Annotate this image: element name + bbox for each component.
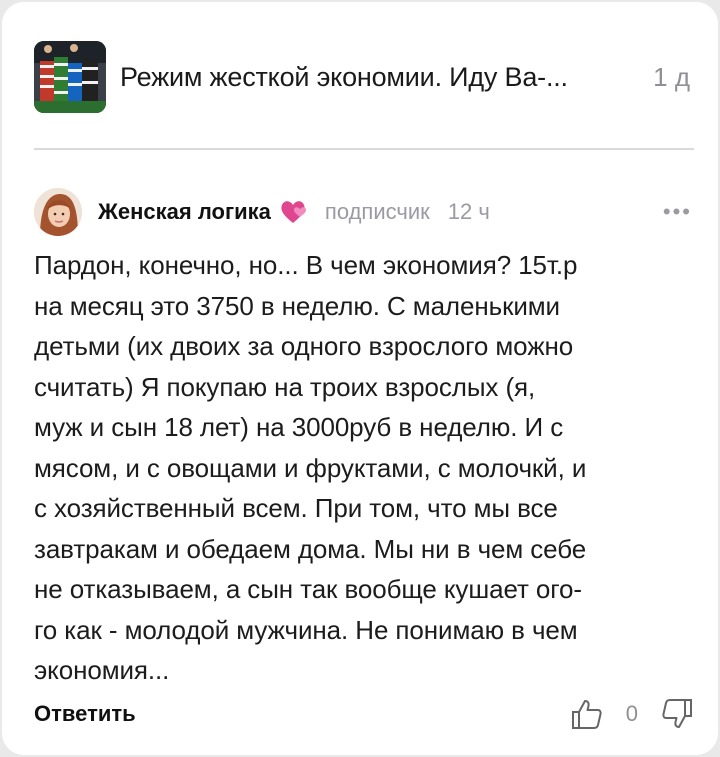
thumbs-up-icon[interactable]: [570, 697, 604, 731]
comment-text: Пардон, конечно, но... В чем экономия? 1…: [34, 250, 587, 685]
comment-card: Режим жесткой экономии. Иду Ва-... 1 д Ж…: [2, 2, 718, 755]
subscriber-badge: подписчик: [324, 199, 430, 224]
two-hearts-icon: [281, 201, 306, 223]
reply-button[interactable]: Ответить: [34, 701, 136, 727]
vote-score: 0: [625, 701, 638, 726]
user-avatar-icon: [34, 188, 82, 236]
article-thumbnail: [34, 41, 106, 113]
comment-header: Женская логика подписчик 12 ч •••: [34, 186, 694, 238]
thumbs-down-icon[interactable]: [660, 697, 694, 731]
author-name[interactable]: Женская логика: [98, 199, 271, 225]
avatar[interactable]: [34, 188, 82, 236]
more-options-icon[interactable]: •••: [663, 199, 694, 225]
article-title[interactable]: Режим жесткой экономии. Иду Ва-...: [120, 62, 568, 93]
divider: [34, 148, 694, 150]
comment-actions: Ответить 0: [34, 692, 694, 736]
article-row[interactable]: Режим жесткой экономии. Иду Ва-... 1 д: [34, 38, 694, 116]
article-time: 1 д: [653, 61, 690, 92]
comment-time: 12 ч: [447, 199, 490, 224]
casino-chips-icon: [34, 41, 106, 113]
